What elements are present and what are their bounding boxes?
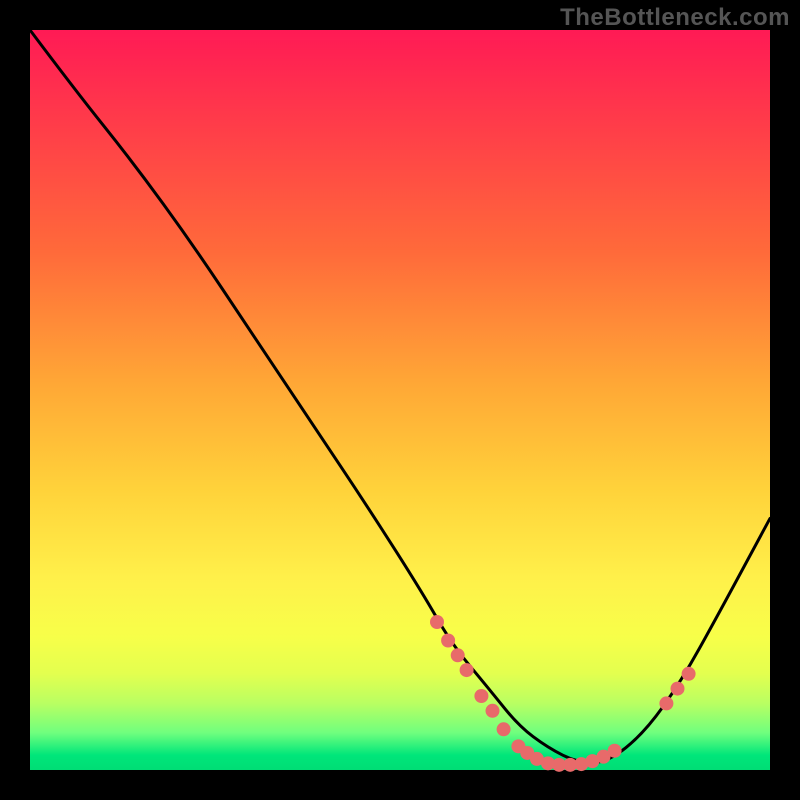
data-marker: [659, 696, 673, 710]
data-marker: [460, 663, 474, 677]
watermark-text: TheBottleneck.com: [560, 4, 790, 32]
curve-svg: [30, 30, 770, 770]
data-marker: [682, 667, 696, 681]
data-marker: [497, 722, 511, 736]
data-marker: [451, 648, 465, 662]
data-marker: [608, 744, 622, 758]
data-marker: [486, 704, 500, 718]
data-marker: [441, 634, 455, 648]
marker-group: [430, 615, 696, 772]
data-marker: [474, 689, 488, 703]
data-marker: [430, 615, 444, 629]
plot-area: [30, 30, 770, 770]
data-marker: [671, 682, 685, 696]
chart-frame: TheBottleneck.com: [0, 0, 800, 800]
bottleneck-curve-line: [30, 30, 770, 763]
